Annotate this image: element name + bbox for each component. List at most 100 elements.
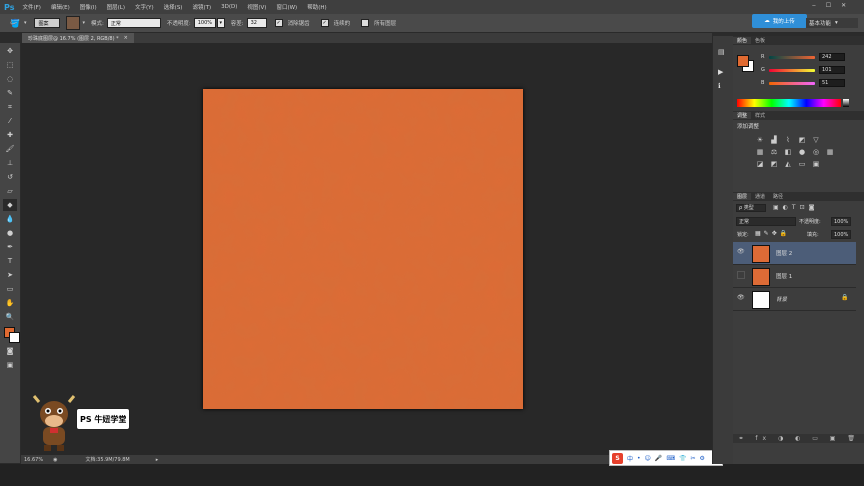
menu-file[interactable]: 文件(F) bbox=[22, 3, 40, 11]
tab-styles[interactable]: 样式 bbox=[751, 112, 769, 119]
pattern-chevron-icon[interactable]: ▾ bbox=[82, 20, 85, 26]
ime-keyboard-icon[interactable]: ⌨ bbox=[666, 455, 675, 462]
history-icon[interactable]: ▤ bbox=[718, 48, 728, 56]
brush-tool-icon[interactable]: 🖌 bbox=[3, 143, 17, 155]
menu-3d[interactable]: 3D(D) bbox=[221, 4, 237, 10]
layer-row[interactable]: 图层 1 bbox=[733, 265, 856, 288]
layer-row[interactable]: 👁 背景 🔒 bbox=[733, 288, 856, 311]
paint-bucket-tool-icon[interactable]: ◆ bbox=[3, 199, 17, 211]
threshold-icon[interactable]: ◭ bbox=[783, 160, 793, 169]
status-menu-arrow-icon[interactable]: ▸ bbox=[156, 457, 159, 463]
zoom-level[interactable]: 16.67% bbox=[24, 457, 43, 463]
grayscale-ramp[interactable] bbox=[843, 99, 849, 107]
eraser-tool-icon[interactable]: ▱ bbox=[3, 185, 17, 197]
channel-b-value[interactable]: 51 bbox=[819, 79, 845, 87]
layer-name[interactable]: 图层 1 bbox=[776, 272, 792, 280]
eyedropper-tool-icon[interactable]: ⁄ bbox=[3, 115, 17, 127]
chevron-down-icon[interactable]: ▾ bbox=[24, 20, 27, 26]
menu-filter[interactable]: 滤镜(T) bbox=[192, 3, 211, 11]
tab-paths[interactable]: 路径 bbox=[769, 193, 787, 200]
close-icon[interactable]: ✕ bbox=[841, 2, 846, 9]
dodge-tool-icon[interactable]: ● bbox=[3, 227, 17, 239]
invert-icon[interactable]: ◪ bbox=[755, 160, 765, 169]
visibility-eye-icon[interactable]: 👁 bbox=[737, 248, 745, 256]
contiguous-checkbox[interactable]: ✓ bbox=[320, 19, 329, 27]
menu-edit[interactable]: 编辑(E) bbox=[51, 3, 70, 11]
layers-footer-icons[interactable]: ⚭ fx ◑ ◐ ▭ ▣ 🗑 bbox=[733, 434, 864, 443]
document-tab[interactable]: 珍珠底图层@ 16.7% (图层 2, RGB/8) * × bbox=[22, 33, 134, 43]
visibility-toggle-empty[interactable] bbox=[737, 271, 745, 279]
move-tool-icon[interactable]: ✥ bbox=[3, 45, 17, 57]
layer-filter-icons[interactable]: ▣◐T⊡◙ bbox=[773, 204, 818, 211]
ime-toolbox-icon[interactable]: ✂ bbox=[690, 455, 695, 462]
path-select-tool-icon[interactable]: ➤ bbox=[3, 269, 17, 281]
menu-layer[interactable]: 图层(L) bbox=[107, 3, 125, 11]
opacity-slider-button[interactable]: ▾ bbox=[216, 18, 225, 28]
mode-select[interactable]: 正常 bbox=[106, 18, 161, 28]
tab-close-icon[interactable]: × bbox=[124, 35, 128, 41]
workspace-select[interactable]: 基本功能 ▾ bbox=[806, 18, 858, 28]
ime-chinese-mode[interactable]: 中 bbox=[627, 454, 633, 463]
maximize-icon[interactable]: ☐ bbox=[826, 2, 831, 9]
posterize-icon[interactable]: ◩ bbox=[769, 160, 779, 169]
lock-icons[interactable]: ▦✎✥🔒 bbox=[755, 230, 790, 237]
properties-icon[interactable]: ℹ bbox=[718, 82, 728, 90]
zoom-tool-icon[interactable]: 🔍 bbox=[3, 311, 17, 323]
healing-brush-tool-icon[interactable]: ✚ bbox=[3, 129, 17, 141]
pattern-swatch[interactable] bbox=[66, 16, 81, 30]
menu-view[interactable]: 视图(V) bbox=[247, 3, 266, 11]
screen-mode-icon[interactable]: ▣ bbox=[3, 359, 17, 371]
menu-help[interactable]: 帮助(H) bbox=[307, 3, 326, 11]
color-balance-icon[interactable]: ⚖ bbox=[769, 148, 779, 157]
channel-g-value[interactable]: 101 bbox=[819, 66, 845, 74]
channel-b-slider[interactable] bbox=[769, 82, 815, 85]
tab-adjustments[interactable]: 调整 bbox=[733, 112, 752, 119]
layer-name[interactable]: 背景 bbox=[776, 295, 787, 303]
curves-icon[interactable]: ⌇ bbox=[783, 136, 793, 145]
hue-saturation-icon[interactable]: ▦ bbox=[755, 148, 765, 157]
layer-row[interactable]: 👁 图层 2 bbox=[733, 242, 856, 265]
tab-channels[interactable]: 通道 bbox=[751, 193, 769, 200]
marquee-tool-icon[interactable]: ⬚ bbox=[3, 59, 17, 71]
menu-type[interactable]: 文字(Y) bbox=[135, 3, 154, 11]
levels-icon[interactable]: ▟ bbox=[769, 136, 779, 145]
rectangle-tool-icon[interactable]: ▭ bbox=[3, 283, 17, 295]
clone-stamp-tool-icon[interactable]: ⊥ bbox=[3, 157, 17, 169]
quick-select-tool-icon[interactable]: ✎ bbox=[3, 87, 17, 99]
menu-select[interactable]: 选择(S) bbox=[164, 3, 183, 11]
color-spectrum-bar[interactable] bbox=[737, 99, 841, 107]
gradient-map-icon[interactable]: ▭ bbox=[797, 160, 807, 169]
minimize-icon[interactable]: ‒ bbox=[812, 2, 816, 9]
status-icon[interactable]: ◉ bbox=[53, 457, 57, 463]
ime-emoji-icon[interactable]: ☺ bbox=[645, 455, 651, 462]
channel-g-slider[interactable] bbox=[769, 69, 815, 72]
ime-punctuation-icon[interactable]: • bbox=[637, 455, 641, 462]
fill-source-select[interactable]: 图案 bbox=[34, 18, 61, 28]
menu-window[interactable]: 窗口(W) bbox=[276, 3, 297, 11]
ime-settings-icon[interactable]: ⚙ bbox=[700, 455, 705, 462]
fill-input[interactable]: 100% bbox=[831, 230, 851, 239]
exposure-icon[interactable]: ◩ bbox=[797, 136, 807, 145]
blend-mode-select[interactable]: 正常 bbox=[736, 217, 796, 226]
sogou-logo-icon[interactable]: S bbox=[612, 452, 623, 464]
pen-tool-icon[interactable]: ✒ bbox=[3, 241, 17, 253]
quick-mask-icon[interactable]: ◙ bbox=[3, 345, 17, 357]
all-layers-checkbox[interactable] bbox=[361, 19, 370, 27]
blur-tool-icon[interactable]: 💧 bbox=[3, 213, 17, 225]
lasso-tool-icon[interactable]: ◌ bbox=[3, 73, 17, 85]
tolerance-input[interactable]: 32 bbox=[246, 18, 267, 28]
brightness-icon[interactable]: ☀ bbox=[755, 136, 765, 145]
channel-mixer-icon[interactable]: ◎ bbox=[811, 148, 821, 157]
history-brush-tool-icon[interactable]: ↺ bbox=[3, 171, 17, 183]
crop-tool-icon[interactable]: ⌗ bbox=[3, 101, 17, 113]
actions-icon[interactable]: ▶ bbox=[718, 68, 728, 76]
opacity-input[interactable]: 100% bbox=[193, 18, 216, 28]
ime-skin-icon[interactable]: 👕 bbox=[679, 455, 686, 462]
tab-color[interactable]: 颜色 bbox=[733, 37, 752, 44]
photo-filter-icon[interactable]: ● bbox=[797, 148, 807, 157]
selective-color-icon[interactable]: ▣ bbox=[811, 160, 821, 169]
channel-r-value[interactable]: 242 bbox=[819, 53, 845, 61]
vibrance-icon[interactable]: ▽ bbox=[811, 136, 821, 145]
layer-filter-select[interactable]: ρ 类型 bbox=[736, 204, 766, 212]
cloud-upload-button[interactable]: ☁ 我的上传 bbox=[752, 14, 807, 28]
